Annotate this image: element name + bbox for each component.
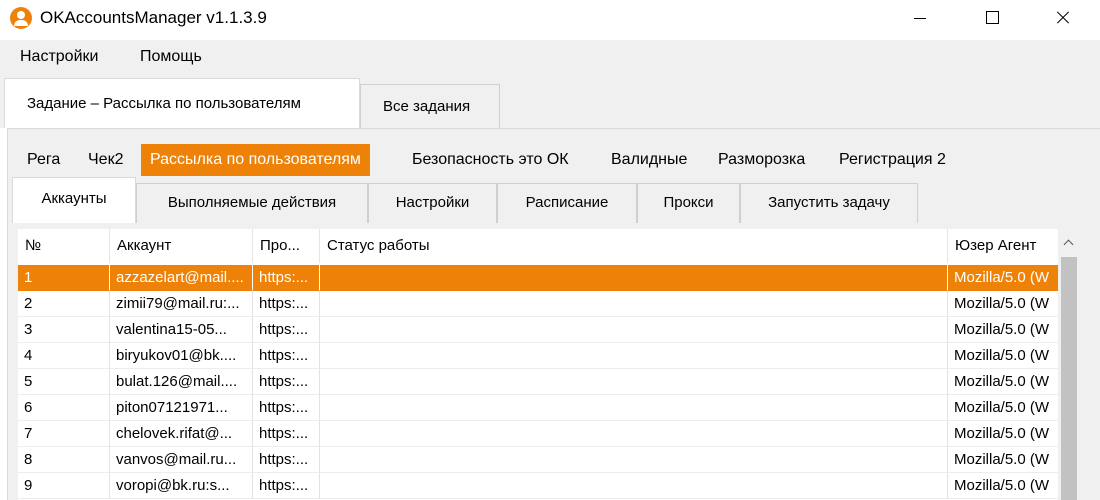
cell-user-agent: Mozilla/5.0 (W <box>948 473 1058 499</box>
cell-account: voropi@bk.ru:s... <box>110 473 253 499</box>
window-title: OKAccountsManager v1.1.3.9 <box>40 8 267 27</box>
table-row[interactable]: 6 piton07121971... https:... Mozilla/5.0 (W <box>18 395 1058 421</box>
app-window: OKAccountsManager v1.1.3.9 Настройки Пом… <box>0 0 1100 500</box>
subnav-registration2[interactable]: Регистрация 2 <box>839 144 946 176</box>
cell-account: vanvos@mail.ru... <box>110 447 253 473</box>
user-circle-icon <box>10 7 32 29</box>
menu-help[interactable]: Помощь <box>140 48 202 66</box>
vertical-scrollbar[interactable] <box>1058 229 1080 500</box>
cell-status <box>320 317 948 343</box>
menu-bar: Настройки Помощь <box>0 40 1100 76</box>
cell-proxy: https:... <box>253 421 320 447</box>
column-header-proxy[interactable]: Про... <box>253 229 320 263</box>
column-header-number[interactable]: № <box>18 229 110 263</box>
accounts-table: № Аккаунт Про... Статус работы Юзер Аген… <box>18 229 1080 500</box>
chevron-up-icon[interactable] <box>1058 229 1080 255</box>
table-row[interactable]: 9 voropi@bk.ru:s... https:... Mozilla/5.0 (… <box>18 473 1058 499</box>
cell-status <box>320 421 948 447</box>
cell-status <box>320 473 948 499</box>
table-header: № Аккаунт Про... Статус работы Юзер Аген… <box>18 229 1080 263</box>
cell-number: 8 <box>18 447 110 473</box>
cell-status <box>320 369 948 395</box>
cell-proxy: https:... <box>253 369 320 395</box>
cell-user-agent: Mozilla/5.0 (W <box>948 317 1058 343</box>
cell-user-agent: Mozilla/5.0 (W <box>948 265 1058 291</box>
table-body: 1 azzazelart@mail.... https:... Mozilla/5.0… <box>18 265 1058 499</box>
maximize-icon[interactable] <box>970 0 1016 36</box>
tab-schedule[interactable]: Расписание <box>497 183 637 223</box>
cell-number: 5 <box>18 369 110 395</box>
tab-task-mailing[interactable]: Задание – Рассылка по пользователям <box>4 78 360 128</box>
cell-user-agent: Mozilla/5.0 (W <box>948 369 1058 395</box>
subnav-security[interactable]: Безопасность это ОК <box>412 144 569 176</box>
cell-user-agent: Mozilla/5.0 (W <box>948 421 1058 447</box>
cell-user-agent: Mozilla/5.0 (W <box>948 395 1058 421</box>
inner-tab-strip: Аккаунты Выполняемые действия Настройки … <box>8 177 1100 223</box>
title-bar: OKAccountsManager v1.1.3.9 <box>0 0 1100 36</box>
cell-status <box>320 395 948 421</box>
cell-account: bulat.126@mail.... <box>110 369 253 395</box>
table-row[interactable]: 3 valentina15-05... https:... Mozilla/5.0 (… <box>18 317 1058 343</box>
cell-number: 4 <box>18 343 110 369</box>
cell-account: biryukov01@bk.... <box>110 343 253 369</box>
cell-number: 9 <box>18 473 110 499</box>
table-row[interactable]: 4 biryukov01@bk.... https:... Mozilla/5.0 (… <box>18 343 1058 369</box>
tab-accounts[interactable]: Аккаунты <box>12 177 136 223</box>
tab-run-task[interactable]: Запустить задачу <box>740 183 918 223</box>
cell-proxy: https:... <box>253 447 320 473</box>
table-row[interactable]: 8 vanvos@mail.ru... https:... Mozilla/5.0 (… <box>18 447 1058 473</box>
tab-proxy[interactable]: Прокси <box>637 183 740 223</box>
subnav-valid[interactable]: Валидные <box>611 144 687 176</box>
close-icon[interactable] <box>1040 0 1086 36</box>
cell-proxy: https:... <box>253 473 320 499</box>
cell-account: zimii79@mail.ru:... <box>110 291 253 317</box>
cell-account: valentina15-05... <box>110 317 253 343</box>
cell-user-agent: Mozilla/5.0 (W <box>948 291 1058 317</box>
cell-status <box>320 343 948 369</box>
subnav-mailing[interactable]: Рассылка по пользователям <box>141 144 370 176</box>
tab-settings[interactable]: Настройки <box>368 183 497 223</box>
subnav-check2[interactable]: Чек2 <box>88 144 123 176</box>
cell-proxy: https:... <box>253 291 320 317</box>
column-header-user-agent[interactable]: Юзер Агент <box>948 229 1058 263</box>
column-header-status[interactable]: Статус работы <box>320 229 948 263</box>
table-row[interactable]: 1 azzazelart@mail.... https:... Mozilla/5.0… <box>18 265 1058 291</box>
cell-proxy: https:... <box>253 395 320 421</box>
tab-all-tasks[interactable]: Все задания <box>360 84 500 128</box>
cell-proxy: https:... <box>253 343 320 369</box>
table-row[interactable]: 5 bulat.126@mail.... https:... Mozilla/5.0 … <box>18 369 1058 395</box>
tab-actions[interactable]: Выполняемые действия <box>136 183 368 223</box>
cell-number: 2 <box>18 291 110 317</box>
cell-account: chelovek.rifat@... <box>110 421 253 447</box>
cell-account: azzazelart@mail.... <box>110 265 253 291</box>
cell-user-agent: Mozilla/5.0 (W <box>948 343 1058 369</box>
cell-status <box>320 447 948 473</box>
cell-proxy: https:... <box>253 265 320 291</box>
menu-settings[interactable]: Настройки <box>20 48 98 66</box>
cell-user-agent: Mozilla/5.0 (W <box>948 447 1058 473</box>
cell-proxy: https:... <box>253 317 320 343</box>
cell-number: 6 <box>18 395 110 421</box>
cell-number: 3 <box>18 317 110 343</box>
table-row[interactable]: 7 chelovek.rifat@... https:... Mozilla/5.0 … <box>18 421 1058 447</box>
cell-status <box>320 291 948 317</box>
outer-tab-strip: Задание – Рассылка по пользователям Все … <box>0 76 1100 128</box>
cell-number: 7 <box>18 421 110 447</box>
table-row[interactable]: 2 zimii79@mail.ru:... https:... Mozilla/5.0… <box>18 291 1058 317</box>
scroll-thumb[interactable] <box>1061 257 1077 500</box>
cell-account: piton07121971... <box>110 395 253 421</box>
column-header-account[interactable]: Аккаунт <box>110 229 253 263</box>
subnav-rega[interactable]: Рега <box>27 144 60 176</box>
subnav-unfreeze[interactable]: Разморозка <box>718 144 805 176</box>
cell-number: 1 <box>18 265 110 291</box>
minimize-icon[interactable] <box>897 0 943 36</box>
cell-status <box>320 265 948 291</box>
